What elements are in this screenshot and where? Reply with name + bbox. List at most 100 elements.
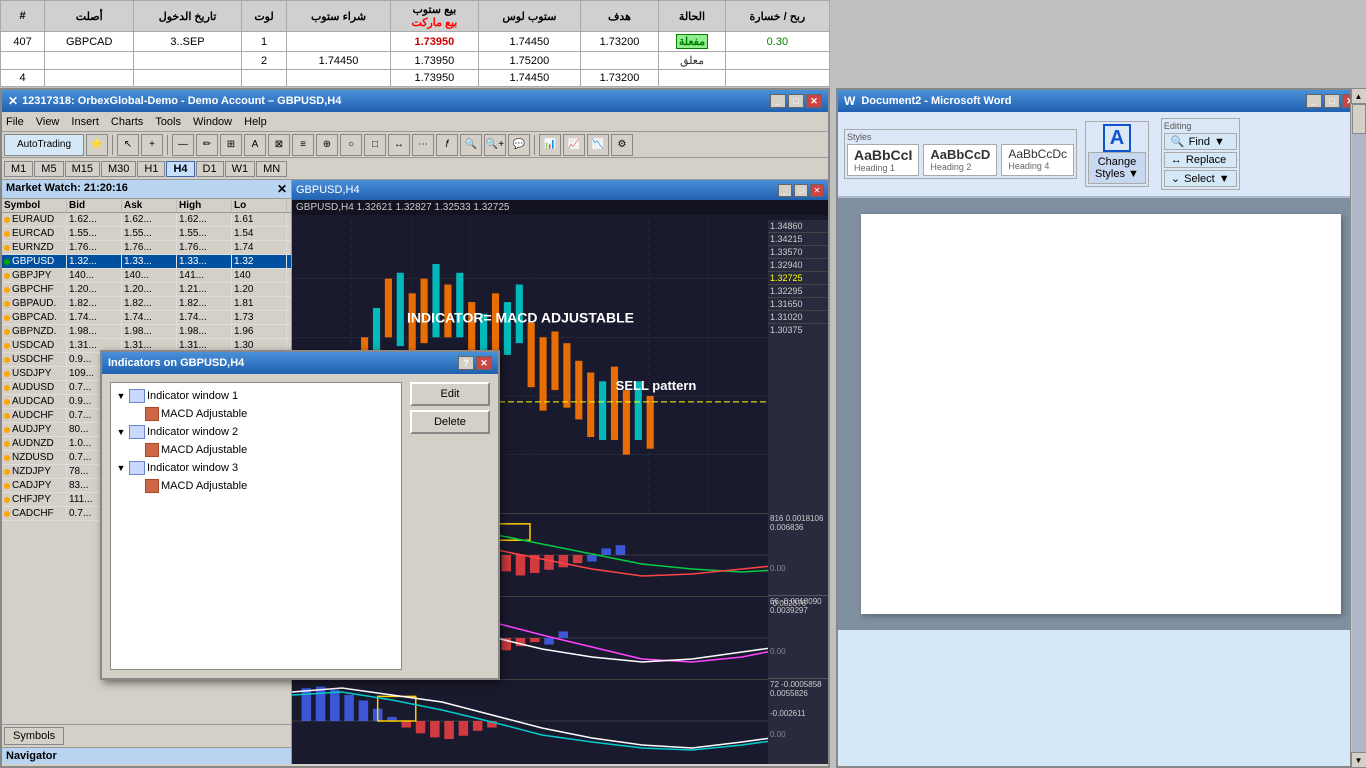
toolbar-btn-6[interactable]: ≡	[292, 134, 314, 156]
col-pnl: ربح / خسارة	[725, 1, 829, 32]
toolbar-btn-line[interactable]: —	[172, 134, 194, 156]
toolbar-btn-11[interactable]: ⋯	[412, 134, 434, 156]
list-item[interactable]: GBPCHF1.20...1.20...1.21...1.20	[2, 283, 291, 297]
tree-item-window2[interactable]: ▼ Indicator window 2	[115, 423, 397, 441]
tree-item-window3[interactable]: ▼ Indicator window 3	[115, 459, 397, 477]
toolbar-btn-4[interactable]: A	[244, 134, 266, 156]
tf-m15[interactable]: M15	[65, 161, 100, 177]
toolbar-btn-12[interactable]: 🔍	[460, 134, 482, 156]
style-h4-label: Heading 4	[1008, 161, 1067, 171]
tf-w1[interactable]: W1	[225, 161, 256, 177]
change-styles-icon: A	[1103, 124, 1131, 152]
toolbar-btn-chart-bar[interactable]: 📊	[539, 134, 561, 156]
list-item[interactable]: GBPJPY140...140...141...140	[2, 269, 291, 283]
scroll-down-btn[interactable]: ▼	[1351, 752, 1366, 768]
find-dropdown-icon: ▼	[1214, 136, 1225, 148]
col-symbol: Symbol	[2, 199, 67, 212]
col-sell-stop: بيع ستوب بيع ماركت	[390, 1, 478, 32]
autotrading-toggle[interactable]: AutoTrading	[4, 134, 84, 156]
find-button[interactable]: 🔍 Find ▼	[1164, 133, 1237, 150]
status-dot	[4, 217, 10, 223]
style-heading2-btn[interactable]: AaBbCcD Heading 2	[923, 144, 997, 176]
dialog-controls: ? ✕	[458, 356, 492, 370]
toolbar-btn-fib[interactable]: 𝑓	[436, 134, 458, 156]
expand-icon	[131, 408, 143, 420]
status-dot	[4, 455, 10, 461]
chart-minimize[interactable]: _	[778, 184, 792, 197]
tf-h4[interactable]: H4	[166, 161, 194, 177]
mt-timeframes: M1 M5 M15 M30 H1 H4 D1 W1 MN	[2, 158, 828, 180]
toolbar-btn-5[interactable]: ⊠	[268, 134, 290, 156]
toolbar-btn-9[interactable]: □	[364, 134, 386, 156]
chart-close[interactable]: ✕	[810, 184, 824, 197]
close-btn[interactable]: ✕	[806, 94, 822, 108]
list-item-gbpusd[interactable]: GBPUSD1.32...1.33...1.33...1.32	[2, 255, 291, 269]
word-scrollbar: ▲ ▼	[1350, 88, 1366, 768]
toolbar-btn-plus[interactable]: +	[141, 134, 163, 156]
toolbar-btn-speech[interactable]: 💬	[508, 134, 530, 156]
list-item[interactable]: EURAUD1.62...1.62...1.62...1.61	[2, 213, 291, 227]
toolbar-btn-1[interactable]: ⭐	[86, 134, 108, 156]
toolbar-btn-zoom-in[interactable]: 🔍+	[484, 134, 506, 156]
col-asset: أصلت	[45, 1, 134, 32]
toolbar-btn-10[interactable]: ↔	[388, 134, 410, 156]
status-dot	[4, 483, 10, 489]
word-minimize[interactable]: _	[1306, 94, 1322, 108]
replace-button[interactable]: ↔ Replace	[1164, 152, 1237, 168]
list-item[interactable]: EURNZD1.76...1.76...1.76...1.74	[2, 241, 291, 255]
tf-m1[interactable]: M1	[4, 161, 33, 177]
toolbar-btn-3[interactable]: ⊞	[220, 134, 242, 156]
toolbar-btn-8[interactable]: ○	[340, 134, 362, 156]
menu-window[interactable]: Window	[193, 116, 232, 128]
status-dot	[4, 273, 10, 279]
maximize-btn[interactable]: □	[788, 94, 804, 108]
tree-item-window1[interactable]: ▼ Indicator window 1	[115, 387, 397, 405]
tree-item-macd1[interactable]: MACD Adjustable	[115, 405, 397, 423]
tf-m5[interactable]: M5	[34, 161, 63, 177]
symbols-button[interactable]: Symbols	[4, 727, 64, 745]
list-item[interactable]: GBPCAD.1.74...1.74...1.74...1.73	[2, 311, 291, 325]
scrollbar-thumb[interactable]	[1352, 104, 1366, 134]
tf-h1[interactable]: H1	[137, 161, 165, 177]
list-item[interactable]: EURCAD1.55...1.55...1.55...1.54	[2, 227, 291, 241]
menu-tools[interactable]: Tools	[155, 116, 181, 128]
col-status: الحالة	[659, 1, 726, 32]
dialog-close[interactable]: ✕	[476, 356, 492, 370]
toolbar-btn-chart-line[interactable]: 📈	[563, 134, 585, 156]
delete-button[interactable]: Delete	[410, 410, 490, 434]
replace-icon: ↔	[1171, 154, 1182, 166]
list-item[interactable]: GBPNZD.1.98...1.98...1.98...1.96	[2, 325, 291, 339]
change-styles-btn[interactable]: ChangeStyles ▼	[1088, 152, 1146, 184]
tf-m30[interactable]: M30	[101, 161, 136, 177]
market-watch-close[interactable]: ✕	[277, 182, 287, 196]
minimize-btn[interactable]: _	[770, 94, 786, 108]
toolbar-btn-pencil[interactable]: ✏	[196, 134, 218, 156]
tree-item-macd2[interactable]: MACD Adjustable	[115, 441, 397, 459]
select-button[interactable]: ⌄ Select ▼	[1164, 170, 1237, 187]
status-dot	[4, 357, 10, 363]
toolbar-btn-props[interactable]: ⚙	[611, 134, 633, 156]
menu-charts[interactable]: Charts	[111, 116, 143, 128]
tree-item-macd3[interactable]: MACD Adjustable	[115, 477, 397, 495]
style-heading1-btn[interactable]: AaBbCcI Heading 1	[847, 144, 919, 176]
menu-insert[interactable]: Insert	[71, 116, 99, 128]
toolbar-btn-indicators[interactable]: 📉	[587, 134, 609, 156]
style-heading4-btn[interactable]: AaBbCcDc Heading 4	[1001, 144, 1074, 176]
toolbar-btn-arrow[interactable]: ↖	[117, 134, 139, 156]
menu-help[interactable]: Help	[244, 116, 267, 128]
tf-d1[interactable]: D1	[196, 161, 224, 177]
toolbar-btn-7[interactable]: ⊕	[316, 134, 338, 156]
scroll-up-btn[interactable]: ▲	[1351, 88, 1366, 104]
dialog-help[interactable]: ?	[458, 356, 474, 370]
word-maximize[interactable]: □	[1324, 94, 1340, 108]
tf-mn[interactable]: MN	[256, 161, 287, 177]
list-item[interactable]: GBPAUD.1.82...1.82...1.82...1.81	[2, 297, 291, 311]
edit-button[interactable]: Edit	[410, 382, 490, 406]
chart-maximize[interactable]: □	[794, 184, 808, 197]
mw-column-headers: Symbol Bid Ask High Lo	[2, 199, 291, 213]
menu-file[interactable]: File	[6, 116, 24, 128]
tree-item-label: MACD Adjustable	[161, 480, 247, 492]
menu-view[interactable]: View	[36, 116, 60, 128]
select-icon: ⌄	[1171, 172, 1180, 185]
editing-buttons: 🔍 Find ▼ ↔ Replace ⌄ Select ▼	[1164, 133, 1237, 187]
